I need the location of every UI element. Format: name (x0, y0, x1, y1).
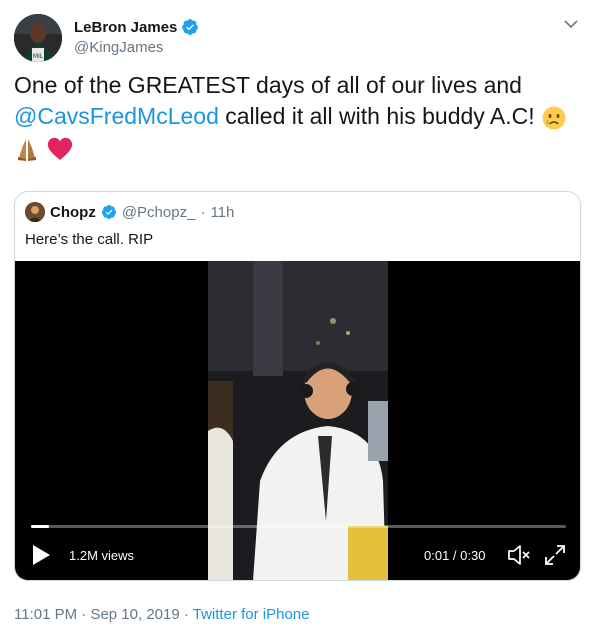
profile-photo-icon: MIL (14, 14, 62, 62)
volume-muted-icon[interactable] (507, 544, 531, 566)
svg-text:MIL: MIL (33, 53, 44, 60)
folded-hands-icon (18, 138, 36, 161)
quoted-display-name[interactable]: Chopz (50, 204, 96, 221)
separator-dot: · (183, 606, 189, 623)
tweet-source-link[interactable]: Twitter for iPhone (193, 606, 310, 623)
video-frame (208, 261, 388, 580)
play-icon[interactable] (31, 544, 51, 566)
quoted-tweet-card[interactable]: Chopz @Pchopz_ · 11h Here’s the call. RI… (14, 191, 581, 581)
author-names: LeBron James @KingJames (74, 18, 199, 56)
quoted-author-avatar[interactable] (25, 202, 45, 222)
tweet-date[interactable]: Sep 10, 2019 (90, 606, 179, 623)
quoted-tweet-header: Chopz @Pchopz_ · 11h (25, 202, 234, 222)
video-view-count: 1.2M views (69, 548, 135, 563)
verified-badge-icon (101, 205, 116, 219)
video-thumbnail-image (208, 261, 388, 580)
tweet-text-before: One of the GREATEST days of all of our l… (14, 72, 522, 98)
tweet-header: MIL LeBron James @KingJames (14, 14, 581, 62)
video-player[interactable]: 1.2M views 0:01 / 0:30 (15, 261, 580, 580)
video-progress-fill (31, 525, 49, 528)
chevron-down-icon[interactable] (563, 16, 579, 32)
red-heart-icon (48, 137, 73, 160)
tweet-time[interactable]: 11:01 PM (14, 606, 77, 623)
quoted-timestamp[interactable]: 11h (210, 204, 234, 221)
fullscreen-icon[interactable] (544, 544, 566, 566)
separator-dot: · (81, 606, 87, 623)
tweet-text: One of the GREATEST days of all of our l… (14, 70, 581, 163)
tweet-text-after: called it all with his buddy A.C! (225, 103, 535, 129)
separator-dot: · (200, 203, 206, 221)
tweet-meta: 11:01 PM · Sep 10, 2019 · Twitter for iP… (14, 606, 309, 623)
author-display-name[interactable]: LeBron James (74, 19, 177, 36)
author-avatar[interactable]: MIL (14, 14, 62, 62)
quoted-handle[interactable]: @Pchopz_ (122, 204, 196, 221)
video-progress-bar[interactable] (31, 525, 566, 528)
author-handle[interactable]: @KingJames (74, 39, 199, 56)
crying-face-icon (542, 106, 566, 130)
mention-link[interactable]: @CavsFredMcLeod (14, 103, 219, 129)
quoted-tweet-text: Here’s the call. RIP (25, 231, 154, 248)
video-time: 0:01 / 0:30 (424, 548, 486, 563)
profile-photo-icon (25, 202, 45, 222)
verified-badge-icon (182, 19, 199, 35)
